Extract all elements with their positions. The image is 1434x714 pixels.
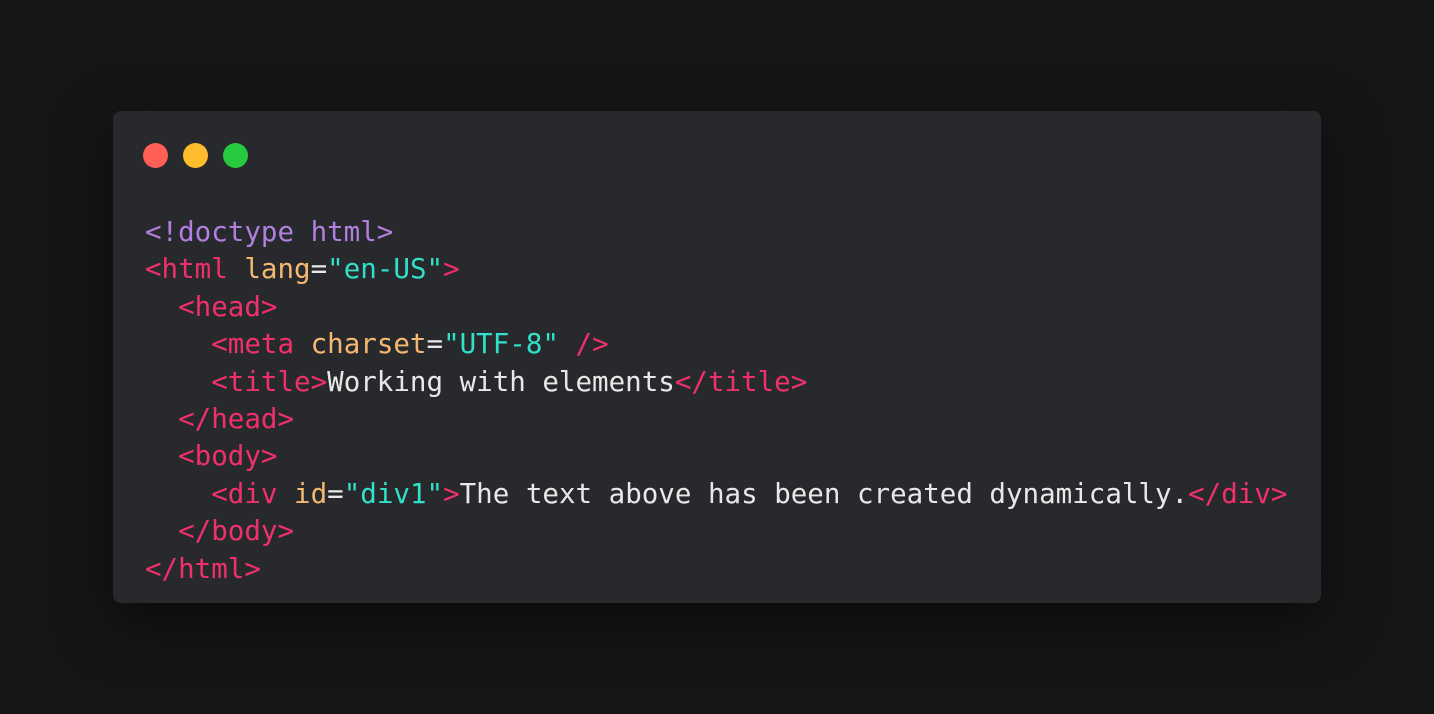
code-token-tag: <head>	[178, 290, 278, 323]
code-token-eq: =	[426, 328, 444, 361]
code-line: <div id="div1">The text above has been c…	[145, 476, 1287, 513]
close-button[interactable]	[143, 143, 168, 168]
code-line: <html lang="en-US">	[145, 251, 1287, 288]
code-line: <title>Working with elements</title>	[145, 364, 1287, 401]
code-token-tag: <html	[145, 253, 228, 286]
code-token-attr: id	[294, 477, 328, 510]
code-token-text: The text above has been created dynamica…	[459, 477, 1189, 510]
code-block: <!doctype html> <html lang="en-US"> <head…	[145, 214, 1287, 588]
code-token-tag: </title>	[674, 365, 808, 398]
code-window: <!doctype html> <html lang="en-US"> <head…	[113, 111, 1321, 603]
code-token-str: "div1"	[343, 477, 444, 510]
code-token-eq: =	[310, 253, 328, 286]
window-controls	[143, 143, 248, 168]
code-line: <body>	[145, 438, 1287, 475]
code-token-tag: <meta	[211, 328, 295, 361]
code-token-tag: >	[443, 477, 460, 510]
code-line: <!doctype html>	[145, 214, 1287, 251]
code-token-attr: charset	[310, 328, 427, 361]
code-line: </html>	[145, 551, 1287, 588]
code-token-attr: lang	[244, 253, 311, 286]
code-token-doctype: <!doctype html>	[145, 216, 394, 248]
code-line: <head>	[145, 289, 1287, 326]
code-line: </head>	[145, 401, 1287, 438]
code-token-tag: <body>	[178, 440, 278, 473]
code-token-tag: <title>	[211, 365, 328, 398]
minimize-button[interactable]	[183, 143, 208, 168]
code-line: <meta charset="UTF-8" />	[145, 326, 1287, 363]
code-line: </body>	[145, 513, 1287, 550]
code-token-tag: <div	[211, 477, 278, 510]
code-token-str: "UTF-8"	[443, 328, 559, 361]
code-token-tag: </head>	[178, 402, 295, 435]
maximize-button[interactable]	[223, 143, 248, 168]
code-token-eq: =	[327, 477, 344, 510]
code-token-tag: >	[443, 253, 460, 286]
code-token-str: "en-US"	[327, 253, 444, 286]
code-token-tag: </div>	[1188, 477, 1288, 510]
code-token-tag: </html>	[145, 552, 261, 585]
code-token-tag: </body>	[178, 515, 295, 548]
code-token-tag: />	[575, 328, 609, 361]
code-token-text: Working with elements	[327, 365, 675, 398]
